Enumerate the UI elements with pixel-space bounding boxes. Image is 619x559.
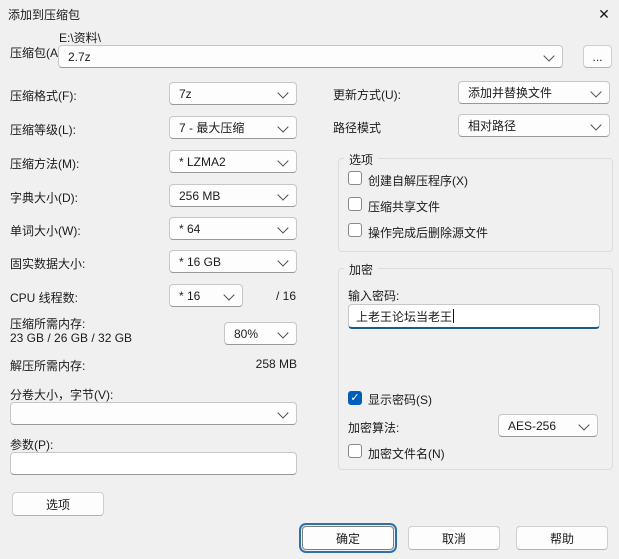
- delete-after-compression-checkbox[interactable]: [348, 223, 362, 237]
- encryption-method-select[interactable]: AES-256: [498, 414, 598, 437]
- cancel-button-label: 取消: [441, 531, 466, 546]
- update-mode-label: 更新方式(U):: [333, 88, 401, 102]
- solid-block-size-label: 固实数据大小:: [10, 257, 86, 271]
- parameters-input[interactable]: [10, 452, 297, 475]
- chevron-down-icon: [590, 119, 602, 131]
- memory-decompress-label: 解压所需内存:: [10, 359, 86, 373]
- path-mode-value: 相对路径: [468, 119, 517, 133]
- compression-format-value: 7z: [179, 86, 192, 101]
- browse-button[interactable]: ...: [583, 45, 612, 68]
- options-group-title: 选项: [344, 151, 379, 168]
- cancel-button[interactable]: 取消: [408, 526, 500, 550]
- create-sfx-label: 创建自解压程序(X): [368, 174, 468, 188]
- show-password-checkbox[interactable]: ✓: [348, 391, 362, 405]
- chevron-down-icon: [578, 419, 590, 431]
- chevron-down-icon: [277, 121, 289, 133]
- compression-method-select[interactable]: * LZMA2: [169, 150, 297, 173]
- chevron-down-icon: [277, 407, 289, 419]
- encryption-method-label: 加密算法:: [348, 421, 400, 435]
- archive-label: 压缩包(A): [10, 46, 62, 60]
- create-sfx-checkbox[interactable]: [348, 171, 362, 185]
- add-to-archive-dialog: { "window": { "title": "添加到压缩包" }, "icon…: [0, 0, 619, 559]
- compression-level-value: 7 - 最大压缩: [179, 121, 245, 135]
- memory-compress-label: 压缩所需内存:: [10, 317, 86, 331]
- encrypt-filenames-label: 加密文件名(N): [368, 447, 445, 461]
- compress-shared-files-checkbox[interactable]: [348, 197, 362, 211]
- ok-button-label: 确定: [335, 531, 360, 546]
- dictionary-size-select[interactable]: 256 MB: [169, 184, 297, 207]
- word-size-label: 单词大小(W):: [10, 224, 81, 238]
- volume-size-label: 分卷大小，字节(V):: [10, 388, 114, 402]
- chevron-down-icon: [277, 87, 289, 99]
- solid-block-size-select[interactable]: * 16 GB: [169, 250, 297, 273]
- update-mode-select[interactable]: 添加并替换文件: [458, 81, 610, 104]
- password-input[interactable]: 上老王论坛当老王: [348, 304, 600, 329]
- word-size-value: * 64: [179, 221, 201, 236]
- chevron-down-icon: [223, 289, 235, 301]
- memory-compress-detail: 23 GB / 26 GB / 32 GB: [10, 331, 133, 345]
- dictionary-size-value: 256 MB: [179, 188, 221, 203]
- options-button-label: 选项: [45, 497, 70, 512]
- compression-level-label: 压缩等级(L):: [10, 123, 77, 137]
- cpu-threads-value: * 16: [179, 288, 201, 303]
- memory-usage-select[interactable]: 80%: [224, 322, 297, 345]
- cpu-threads-select[interactable]: * 16: [169, 284, 243, 307]
- enter-password-label: 输入密码:: [348, 289, 400, 303]
- compression-method-label: 压缩方法(M):: [10, 157, 80, 171]
- archive-name-combobox[interactable]: 2.7z: [58, 45, 563, 68]
- archive-path: E:\资料\: [59, 31, 102, 45]
- compression-method-value: * LZMA2: [179, 154, 226, 169]
- chevron-down-icon: [277, 255, 289, 267]
- encrypt-filenames-checkbox[interactable]: [348, 444, 362, 458]
- path-mode-label: 路径模式: [333, 121, 382, 135]
- chevron-down-icon: [277, 327, 289, 339]
- delete-after-compression-label: 操作完成后删除源文件: [368, 226, 489, 240]
- password-value: 上老王论坛当老王: [356, 309, 453, 324]
- help-button-label: 帮助: [549, 531, 574, 546]
- close-icon: ✕: [598, 5, 610, 22]
- memory-usage-value: 80%: [234, 326, 259, 341]
- help-button[interactable]: 帮助: [516, 526, 608, 550]
- ok-button[interactable]: 确定: [299, 523, 397, 553]
- chevron-down-icon: [277, 222, 289, 234]
- update-mode-value: 添加并替换文件: [468, 86, 553, 100]
- chevron-down-icon: [543, 50, 555, 62]
- text-cursor: [453, 309, 455, 323]
- word-size-select[interactable]: * 64: [169, 217, 297, 240]
- solid-block-size-value: * 16 GB: [179, 254, 222, 269]
- compression-format-select[interactable]: 7z: [169, 82, 297, 105]
- browse-ellipsis-label: ...: [592, 49, 603, 64]
- dictionary-size-label: 字典大小(D):: [10, 191, 78, 205]
- archive-name-value: 2.7z: [68, 49, 91, 64]
- path-mode-select[interactable]: 相对路径: [458, 114, 610, 137]
- cpu-threads-label: CPU 线程数:: [10, 291, 79, 305]
- chevron-down-icon: [277, 155, 289, 167]
- volume-size-combobox[interactable]: [10, 402, 297, 425]
- check-icon: ✓: [350, 391, 360, 404]
- compression-level-select[interactable]: 7 - 最大压缩: [169, 116, 297, 139]
- parameters-label: 参数(P):: [10, 438, 54, 452]
- close-button[interactable]: ✕: [591, 1, 617, 27]
- compress-shared-files-label: 压缩共享文件: [368, 200, 441, 214]
- cpu-threads-max: / 16: [276, 289, 297, 303]
- encryption-group-title: 加密: [344, 261, 379, 278]
- memory-decompress-value: 258 MB: [255, 357, 297, 371]
- encryption-method-value: AES-256: [508, 418, 557, 433]
- compression-format-label: 压缩格式(F):: [10, 89, 77, 103]
- window-title: 添加到压缩包: [8, 8, 81, 22]
- show-password-label: 显示密码(S): [368, 393, 432, 407]
- chevron-down-icon: [277, 189, 289, 201]
- options-button[interactable]: 选项: [12, 492, 104, 516]
- chevron-down-icon: [590, 86, 602, 98]
